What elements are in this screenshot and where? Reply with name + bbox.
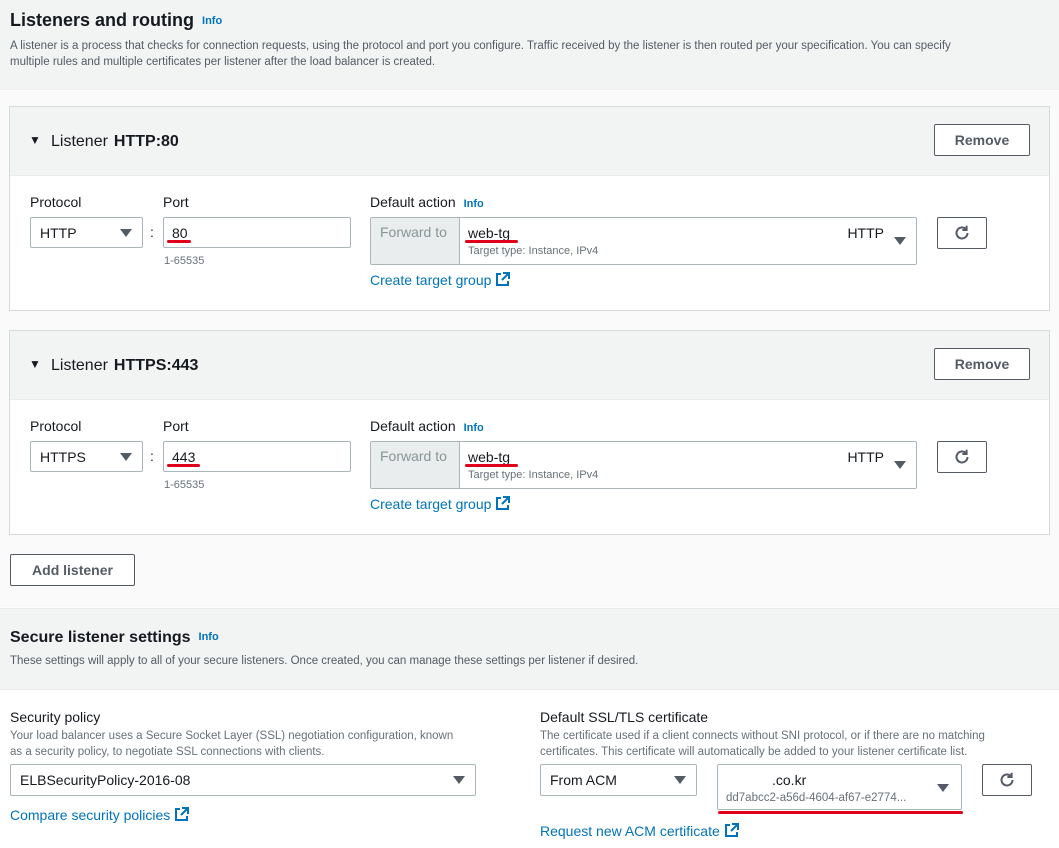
chevron-down-icon xyxy=(674,776,686,784)
external-link-icon xyxy=(175,807,190,821)
secure-info-link[interactable]: Info xyxy=(199,631,219,643)
forward-to-label: Forward to xyxy=(371,442,460,488)
security-policy-description-line1: Your load balancer uses a Secure Socket … xyxy=(10,730,454,742)
port-label: Port xyxy=(163,418,189,434)
colon-separator: : xyxy=(150,448,154,464)
listener-title: Listener HTTP:80 xyxy=(51,133,179,151)
listeners-title: Listeners and routing Info xyxy=(10,10,222,31)
port-hint: 1-65535 xyxy=(164,255,205,267)
certificate-id: dd7abcc2-a56d-4604-af67-e2774... xyxy=(726,792,907,804)
compare-security-policies-link[interactable]: Compare security policies xyxy=(10,807,190,823)
certificate-source-value: From ACM xyxy=(550,772,617,788)
refresh-certificates-button[interactable] xyxy=(982,764,1032,796)
chevron-down-icon xyxy=(937,784,949,792)
chevron-down-icon xyxy=(894,461,906,469)
target-group-name: web-tg xyxy=(468,225,511,241)
target-type-text: Target type: Instance, IPv4 xyxy=(468,245,599,257)
port-label: Port xyxy=(163,194,189,210)
certificate-description-line2: certificates. This certificate will auto… xyxy=(540,746,968,758)
default-action-select[interactable]: Forward to web-tg Target type: Instance,… xyxy=(370,441,917,489)
security-policy-description-line2: as a security policy, to negotiate SSL c… xyxy=(10,746,325,758)
certificate-description-line1: The certificate used if a client connect… xyxy=(540,730,985,742)
chevron-down-icon xyxy=(120,229,132,237)
port-annotation-underline xyxy=(167,240,191,243)
protocol-value: HTTP xyxy=(40,225,77,241)
certificate-select[interactable]: .co.kr dd7abcc2-a56d-4604-af67-e2774... xyxy=(717,764,962,810)
protocol-select[interactable]: HTTP xyxy=(30,217,143,248)
remove-listener-button[interactable]: Remove xyxy=(934,348,1030,380)
protocol-value: HTTPS xyxy=(40,449,86,465)
collapse-triangle-icon[interactable]: ▼ xyxy=(29,133,41,147)
remove-listener-button[interactable]: Remove xyxy=(934,124,1030,156)
external-link-icon xyxy=(724,823,739,837)
target-protocol: HTTP xyxy=(847,449,884,465)
listener-label: Listener xyxy=(51,357,108,374)
create-target-group-text: Create target group xyxy=(370,272,492,288)
chevron-down-icon xyxy=(894,237,906,245)
port-input[interactable]: 443 xyxy=(163,441,351,472)
target-type-text: Target type: Instance, IPv4 xyxy=(468,469,599,481)
target-protocol: HTTP xyxy=(847,225,884,241)
target-group-annotation-underline xyxy=(465,240,518,243)
forward-to-label: Forward to xyxy=(371,218,460,264)
request-acm-certificate-text: Request new ACM certificate xyxy=(540,823,720,839)
default-action-info-link[interactable]: Info xyxy=(464,422,484,434)
secure-title: Secure listener settings Info xyxy=(10,629,219,647)
target-group-name: web-tg xyxy=(468,449,511,465)
secure-description: These settings will apply to all of your… xyxy=(10,655,639,667)
default-action-select[interactable]: Forward to web-tg Target type: Instance,… xyxy=(370,217,917,265)
listeners-description-line1: A listener is a process that checks for … xyxy=(10,40,951,52)
create-target-group-link[interactable]: Create target group xyxy=(370,272,511,288)
security-policy-select[interactable]: ELBSecurityPolicy-2016-08 xyxy=(10,764,476,796)
port-hint: 1-65535 xyxy=(164,479,205,491)
listeners-title-text: Listeners and routing xyxy=(10,10,195,30)
listener-name: HTTPS:443 xyxy=(113,357,199,374)
request-acm-certificate-link[interactable]: Request new ACM certificate xyxy=(540,823,739,839)
certificate-label: Default SSL/TLS certificate xyxy=(540,709,709,725)
refresh-icon xyxy=(955,225,969,240)
listeners-info-link[interactable]: Info xyxy=(202,15,222,27)
security-policy-label: Security policy xyxy=(10,709,101,725)
compare-security-policies-text: Compare security policies xyxy=(10,807,171,823)
secure-header-band xyxy=(0,608,1059,690)
add-listener-button[interactable]: Add listener xyxy=(10,554,135,586)
listener-card-http: ▼ Listener HTTP:80 Remove Protocol HTTP :… xyxy=(9,106,1050,311)
certificate-annotation-underline xyxy=(718,811,963,814)
port-input[interactable]: 80 xyxy=(163,217,351,248)
security-policy-value: ELBSecurityPolicy-2016-08 xyxy=(20,772,191,788)
listeners-description: A listener is a process that checks for … xyxy=(10,38,1050,70)
default-action-text: Default action xyxy=(370,194,456,210)
create-target-group-text: Create target group xyxy=(370,496,492,512)
chevron-down-icon xyxy=(120,453,132,461)
protocol-label: Protocol xyxy=(30,418,82,434)
refresh-target-groups-button[interactable] xyxy=(937,441,987,473)
target-group-annotation-underline xyxy=(465,464,518,467)
create-target-group-link[interactable]: Create target group xyxy=(370,496,511,512)
default-action-info-link[interactable]: Info xyxy=(464,198,484,210)
listeners-description-line2: multiple rules and multiple certificates… xyxy=(10,56,436,68)
colon-separator: : xyxy=(150,224,154,240)
certificate-description: The certificate used if a client connect… xyxy=(540,728,1055,760)
security-policy-description: Your load balancer uses a Secure Socket … xyxy=(10,728,510,760)
listener-label: Listener xyxy=(51,133,108,150)
external-link-icon xyxy=(496,272,511,286)
refresh-icon xyxy=(955,449,969,464)
port-annotation-underline xyxy=(167,464,200,467)
secure-title-text: Secure listener settings xyxy=(10,629,191,646)
default-action-label: Default action Info xyxy=(370,418,484,434)
listener-title: Listener HTTPS:443 xyxy=(51,357,198,375)
default-action-label: Default action Info xyxy=(370,194,484,210)
certificate-domain: .co.kr xyxy=(772,772,807,788)
external-link-icon xyxy=(496,496,511,510)
certificate-source-select[interactable]: From ACM xyxy=(540,764,697,796)
listener-card-https: ▼ Listener HTTPS:443 Remove Protocol HTTP… xyxy=(9,330,1050,535)
default-action-text: Default action xyxy=(370,418,456,434)
protocol-select[interactable]: HTTPS xyxy=(30,441,143,472)
collapse-triangle-icon[interactable]: ▼ xyxy=(29,357,41,371)
chevron-down-icon xyxy=(453,776,465,784)
listener-name: HTTP:80 xyxy=(113,133,179,150)
protocol-label: Protocol xyxy=(30,194,82,210)
refresh-target-groups-button[interactable] xyxy=(937,217,987,249)
refresh-icon xyxy=(1000,772,1014,787)
